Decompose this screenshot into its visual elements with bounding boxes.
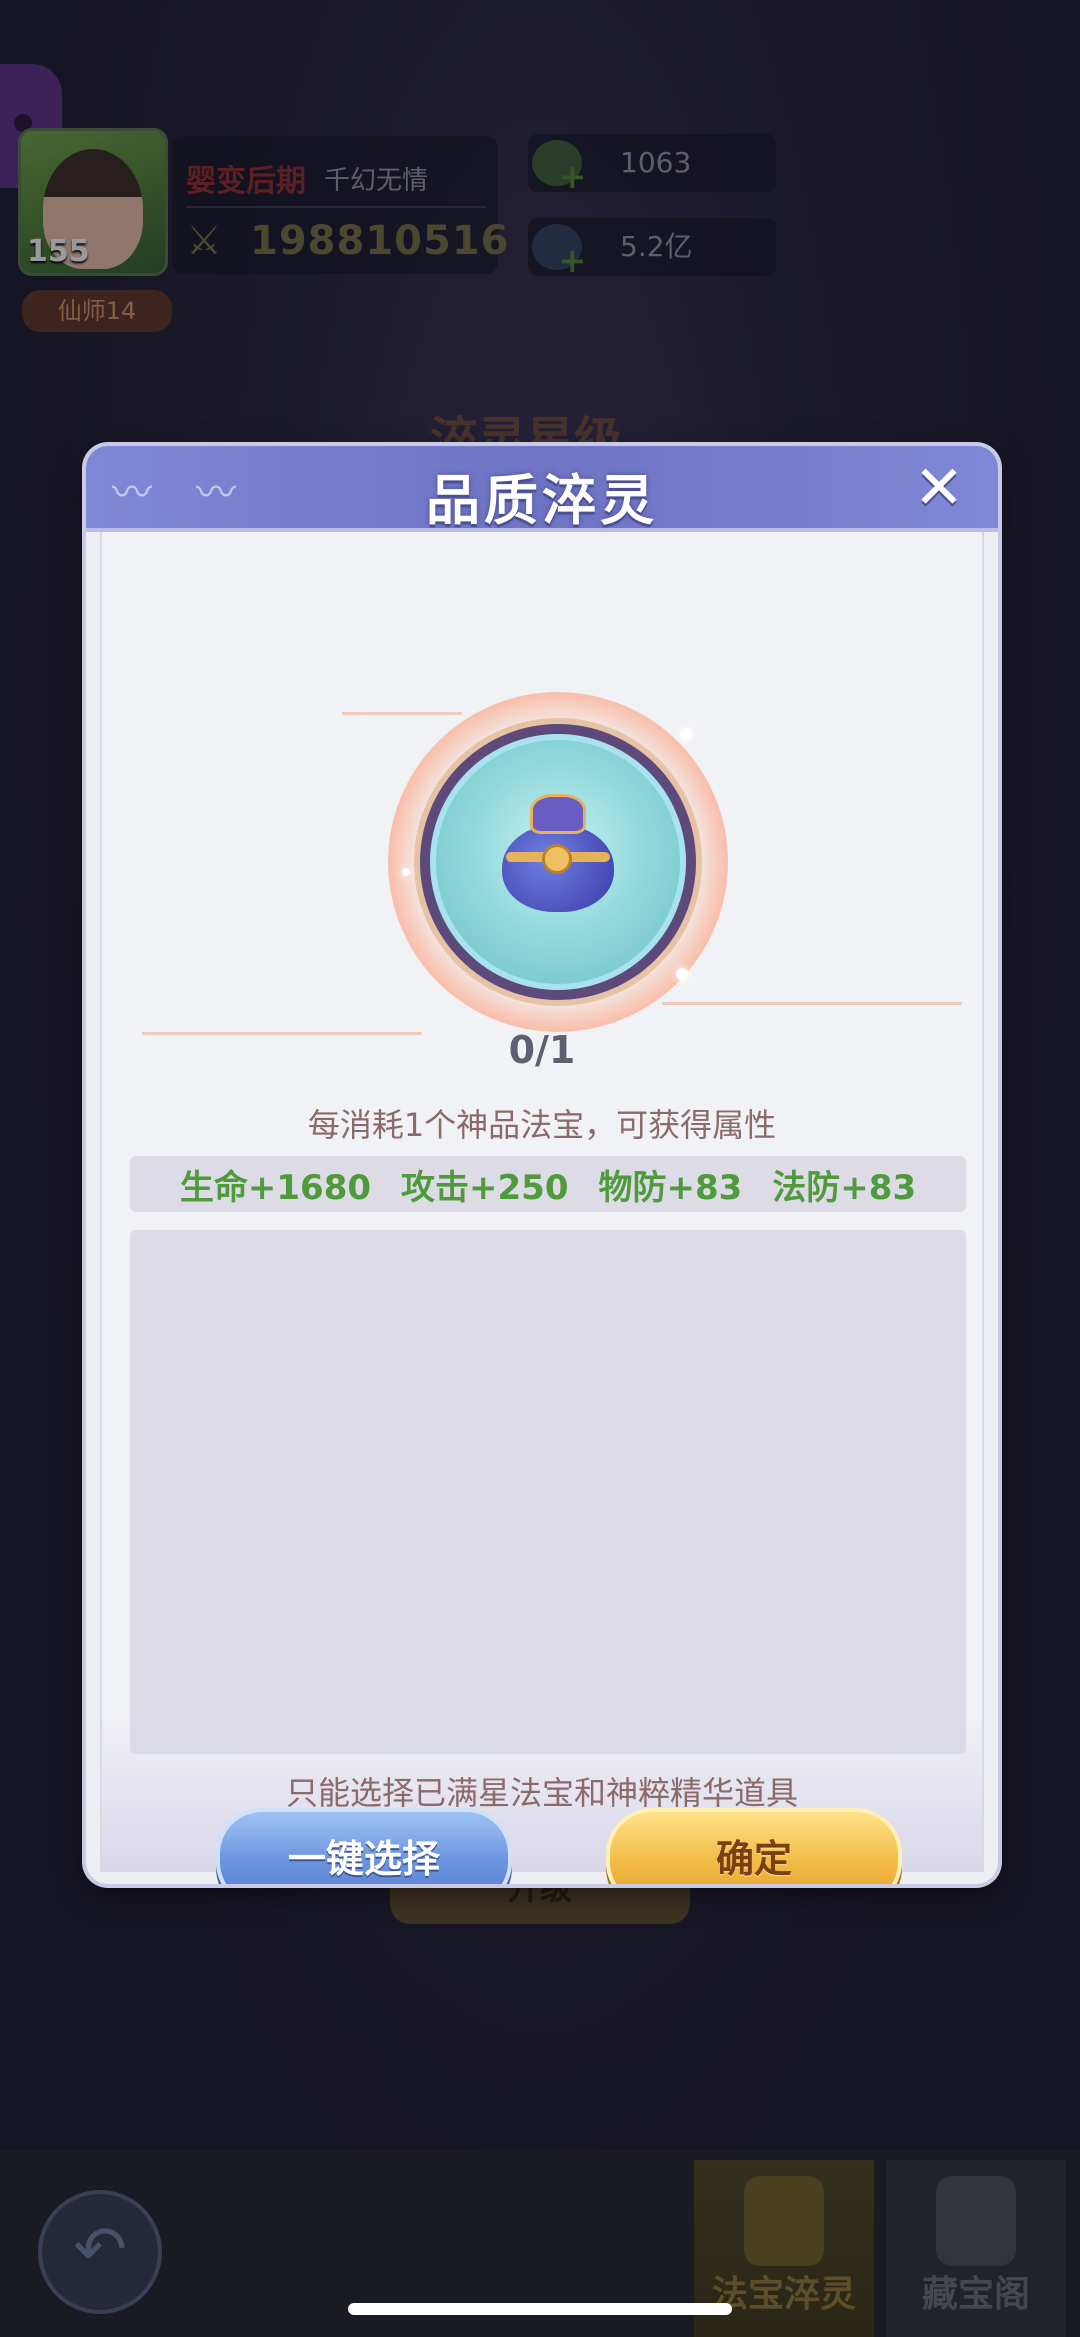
auto-select-button[interactable]: ◂ 一键选择 ▸: [216, 1808, 512, 1884]
close-button[interactable]: ✕: [908, 458, 970, 522]
dialog-title: 品质淬灵: [426, 469, 658, 532]
bag-knot: [542, 844, 572, 874]
dialog-body: 0/1 每消耗1个神品法宝，可获得属性 生命+1680 攻击+250 物防+83…: [100, 532, 984, 1884]
attribute-hp: 生命+1680: [179, 1167, 372, 1208]
attribute-attack: 攻击+250: [401, 1167, 569, 1208]
reward-description: 每消耗1个神品法宝，可获得属性: [307, 1106, 777, 1144]
treasure-bag-icon: [502, 794, 614, 912]
attribute-phys-def: 物防+83: [598, 1167, 743, 1208]
button-decor-icon: ◂: [632, 1848, 643, 1884]
cloud-decor: [342, 712, 462, 715]
squirrel-icon: [744, 2176, 824, 2266]
bag-neck: [530, 794, 586, 834]
button-decor-icon: ▸: [865, 1848, 876, 1884]
pavilion-icon: [936, 2176, 1016, 2266]
item-selection-grid[interactable]: [130, 1230, 966, 1754]
button-decor-icon: ▸: [475, 1848, 486, 1884]
tab-label: 藏宝阁: [921, 2274, 1030, 2315]
cloud-decor: [662, 1002, 962, 1005]
confirm-button[interactable]: ◂ 确定 ▸: [606, 1808, 902, 1884]
quality-refine-dialog: 〰 〰 品质淬灵 ✕ 0/1 每消耗1个神品法宝，可获得属性 生命+1680 攻…: [86, 446, 998, 1884]
button-decor-icon: ◂: [242, 1848, 253, 1884]
attribute-bonus-bar: 生命+1680 攻击+250 物防+83 法防+83: [130, 1156, 966, 1212]
selection-progress: 0/1: [508, 1028, 576, 1072]
dialog-header: 〰 〰 品质淬灵 ✕: [86, 446, 998, 532]
sparkle-icon: [402, 868, 410, 876]
tab-treasure-pavilion[interactable]: 藏宝阁: [886, 2160, 1066, 2337]
sparkle-icon: [680, 728, 692, 740]
attribute-magic-def: 法防+83: [772, 1167, 917, 1208]
confirm-label: 确定: [715, 1837, 792, 1881]
back-button[interactable]: ↶: [38, 2190, 162, 2314]
home-indicator[interactable]: [348, 2303, 732, 2315]
sparkle-icon: [676, 968, 688, 980]
auto-select-label: 一键选择: [287, 1837, 440, 1881]
